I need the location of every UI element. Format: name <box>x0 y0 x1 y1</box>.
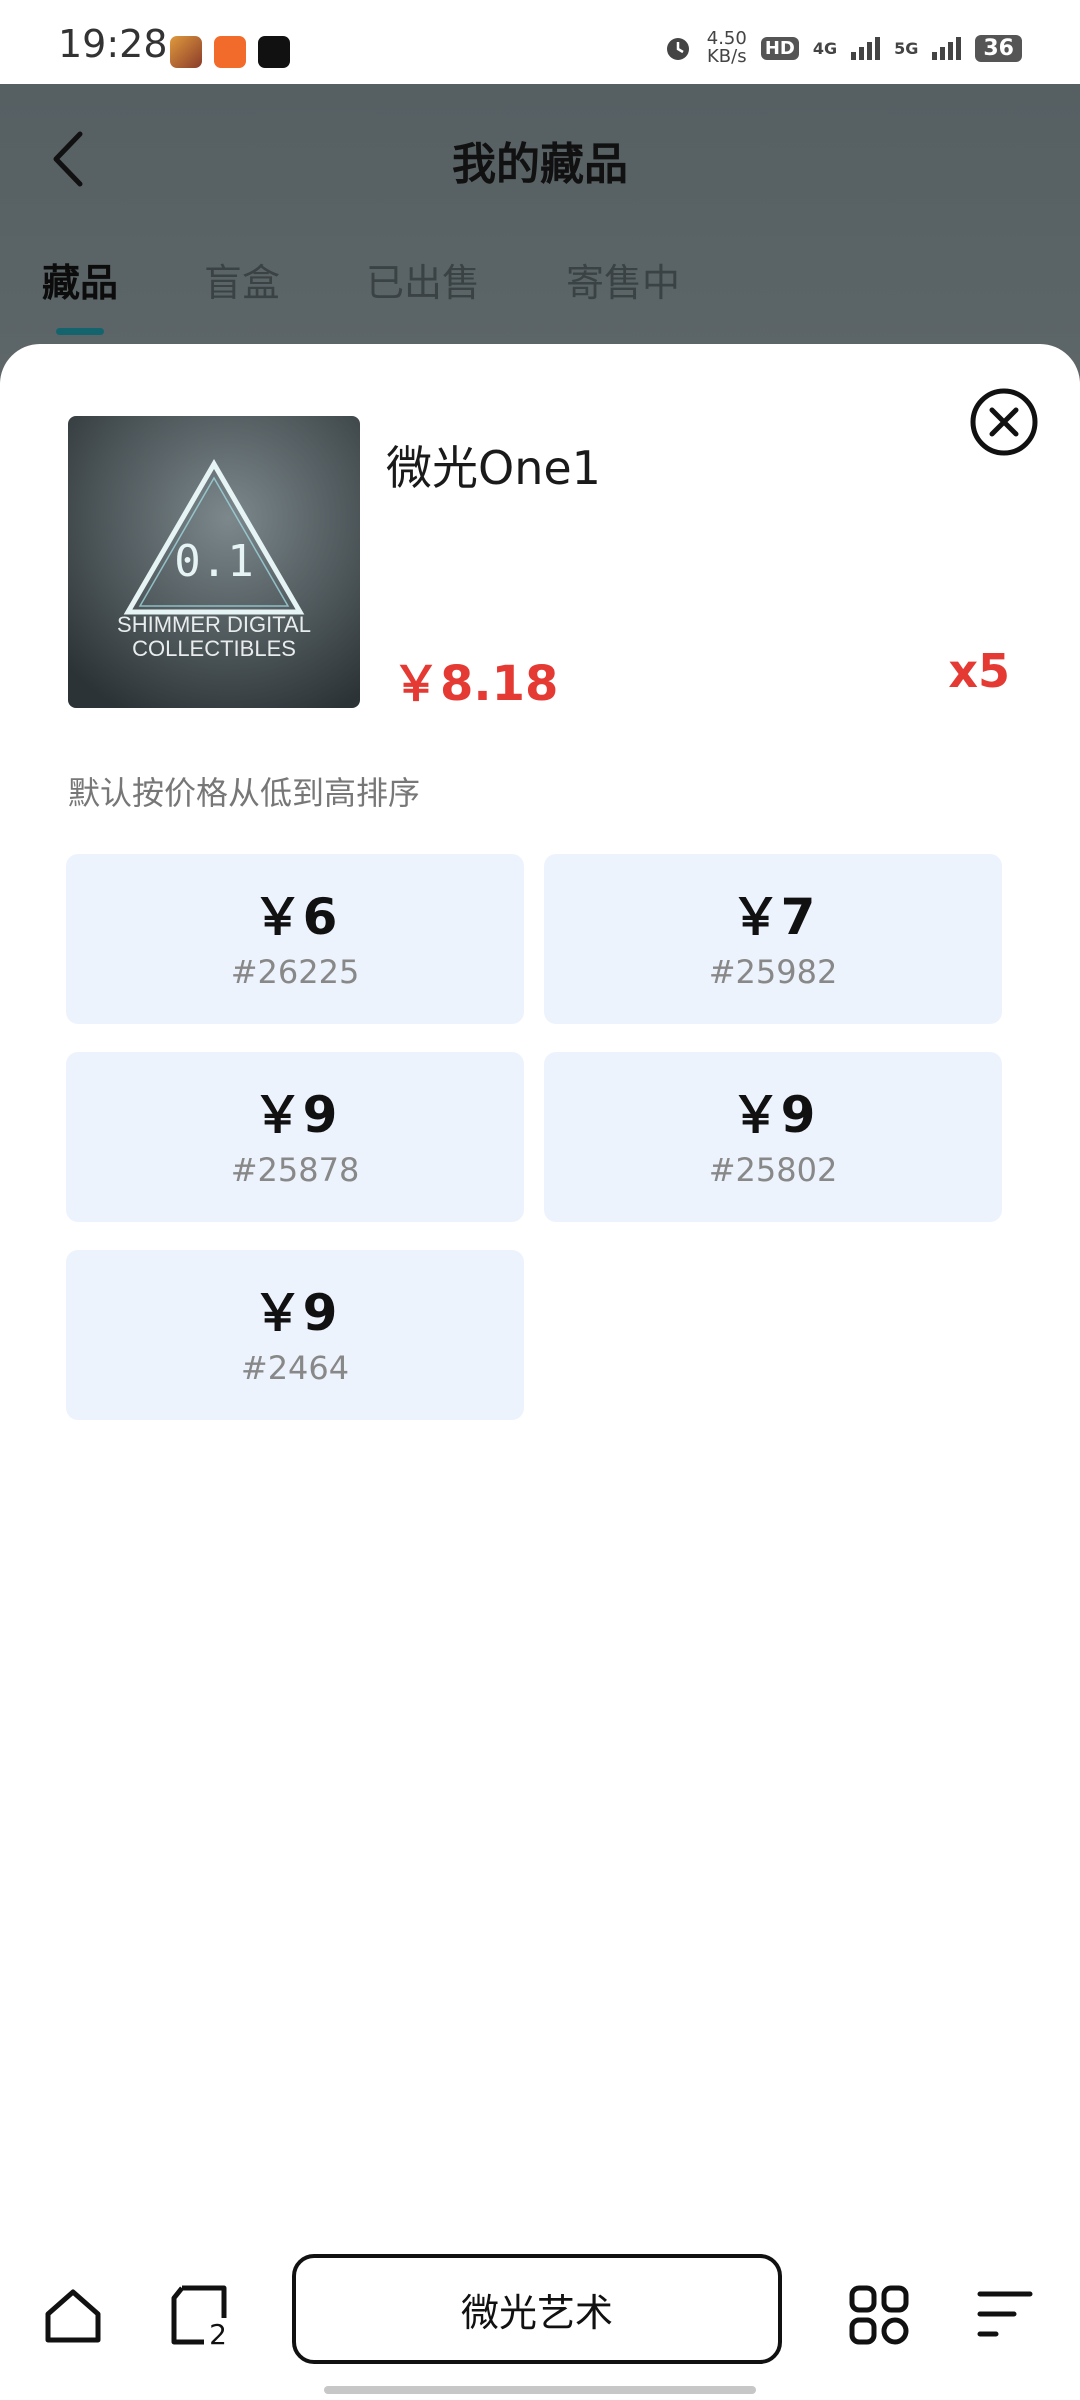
listing-sheet: 0.1 SHIMMER DIGITAL COLLECTIBLES 微光One1 … <box>0 344 1080 2400</box>
status-indicators: 4.50 KB/s HD 4G 5G 36 <box>663 30 1022 66</box>
listing-card[interactable]: ￥9 #25802 <box>544 1052 1002 1222</box>
tab-bar: 藏品 盲盒 已出售 寄售中 <box>42 252 680 335</box>
listing-card[interactable]: ￥6 #26225 <box>66 854 524 1024</box>
tab-collections[interactable]: 藏品 <box>42 252 118 335</box>
listing-card[interactable]: ￥9 #25878 <box>66 1052 524 1222</box>
collectible-thumbnail: 0.1 SHIMMER DIGITAL COLLECTIBLES <box>68 416 360 708</box>
hd-badge: HD <box>760 36 799 60</box>
listing-card[interactable]: ￥9 #2464 <box>66 1250 524 1420</box>
battery-icon: 36 <box>975 34 1022 62</box>
tiktok-app-icon <box>258 36 290 68</box>
grid-icon[interactable] <box>848 2284 910 2346</box>
net-speed: 4.50 KB/s <box>707 30 747 66</box>
listing-price: ￥9 <box>252 1284 338 1342</box>
alarm-icon <box>666 38 689 60</box>
listing-price: ￥6 <box>252 888 338 946</box>
wallet-icon[interactable]: 2 <box>168 2284 230 2346</box>
home-indicator[interactable] <box>324 2386 756 2394</box>
game-app-icon <box>170 36 202 68</box>
shopping-app-icon <box>214 36 246 68</box>
wallet-badge-count: 2 <box>209 2318 227 2346</box>
net-speed-unit: KB/s <box>706 46 747 67</box>
menu-icon[interactable] <box>974 2284 1036 2346</box>
page-title: 我的藏品 <box>452 139 628 190</box>
tab-sold[interactable]: 已出售 <box>366 252 480 307</box>
signal-icon <box>851 36 881 60</box>
listing-price: ￥7 <box>730 888 816 946</box>
listing-id: #25982 <box>708 953 838 991</box>
page-header: 我的藏品 藏品 盲盒 已出售 寄售中 <box>0 84 1080 354</box>
item-quantity: x5 <box>948 644 1010 698</box>
notification-app-icons <box>170 36 290 68</box>
listing-grid: ￥6 #26225 ￥7 #25982 ￥9 #25878 ￥9 #25802 … <box>66 854 1004 1420</box>
listing-price: ￥9 <box>730 1086 816 1144</box>
listing-id: #25802 <box>708 1151 838 1189</box>
logo-text: 0.1 <box>174 536 253 587</box>
listing-card[interactable]: ￥7 #25982 <box>544 854 1002 1024</box>
close-icon[interactable] <box>968 386 1040 458</box>
bottom-nav: 2 微光艺术 <box>0 2240 1080 2370</box>
home-icon[interactable] <box>42 2284 104 2346</box>
listing-id: #25878 <box>230 1151 360 1189</box>
sort-hint: 默认按价格从低到高排序 <box>68 774 421 812</box>
network-4g-label: 4G <box>812 38 838 58</box>
item-price: ￥8.18 <box>392 656 559 712</box>
status-time: 19:28 <box>58 22 168 66</box>
status-bar: 19:28 4.50 KB/s HD 4G 5G 36 <box>0 0 1080 84</box>
shimmer-logo-image: 0.1 SHIMMER DIGITAL COLLECTIBLES <box>68 416 360 708</box>
listing-id: #2464 <box>240 1349 350 1387</box>
network-5g-label: 5G <box>894 38 919 58</box>
listing-id: #26225 <box>230 953 360 991</box>
logo-line1: SHIMMER DIGITAL <box>117 612 311 637</box>
app-home-button[interactable]: 微光艺术 <box>292 2254 782 2364</box>
tab-consigning[interactable]: 寄售中 <box>566 252 680 307</box>
signal-icon-2 <box>932 36 962 60</box>
tab-blind-box[interactable]: 盲盒 <box>204 252 280 307</box>
logo-line2: COLLECTIBLES <box>132 636 296 661</box>
listing-price: ￥9 <box>252 1086 338 1144</box>
item-name: 微光One1 <box>386 441 601 495</box>
